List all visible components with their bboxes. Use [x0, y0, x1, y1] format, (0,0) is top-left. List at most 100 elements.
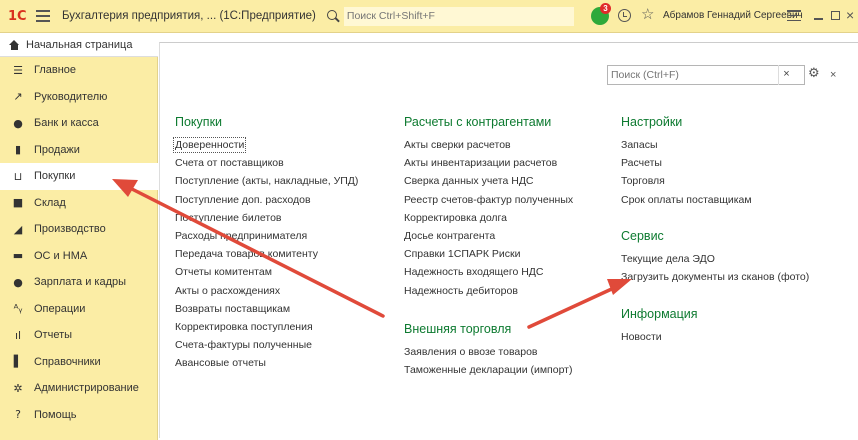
- section-link[interactable]: Заявления о ввозе товаров: [404, 346, 573, 358]
- section-link[interactable]: Поступление билетов: [175, 212, 358, 224]
- section-link[interactable]: Запасы: [621, 139, 752, 151]
- app-logo[interactable]: 1С: [8, 9, 30, 24]
- section-link[interactable]: Таможенные декларации (импорт): [404, 364, 573, 376]
- section-heading: Внешняя торговля: [404, 322, 512, 336]
- column-information: Информация Новости: [621, 307, 698, 349]
- section-link[interactable]: Новости: [621, 331, 698, 343]
- section-link[interactable]: Счета-фактуры полученные: [175, 339, 358, 351]
- sidebar-item-label: Отчеты: [34, 329, 73, 342]
- section-link[interactable]: Доверенности: [172, 137, 247, 153]
- section-link[interactable]: Поступление доп. расходов: [175, 194, 358, 206]
- sidebar-item[interactable]: ● Банк и касса: [0, 110, 158, 137]
- sidebar-item-label: Справочники: [34, 355, 101, 368]
- sidebar-item[interactable]: ıl Отчеты: [0, 322, 158, 349]
- section-link[interactable]: Загрузить документы из сканов (фото): [621, 271, 809, 283]
- sidebar-item-label: Главное: [34, 64, 77, 77]
- section-link[interactable]: Реестр счетов-фактур полученных: [404, 194, 573, 206]
- section-link[interactable]: Корректировка поступления: [175, 321, 358, 333]
- main-menu-icon[interactable]: [36, 10, 50, 22]
- home-tab-label: Начальная страница: [26, 38, 133, 51]
- section-link[interactable]: Возвраты поставщикам: [175, 303, 358, 315]
- sidebar-item-label: Помощь: [34, 408, 77, 421]
- section-link[interactable]: Расходы предпринимателя: [175, 230, 358, 242]
- sidebar-item-label: Операции: [34, 302, 86, 315]
- section-link[interactable]: Акты о расхождениях: [175, 285, 358, 297]
- sidebar-item-label: Зарплата и кадры: [34, 276, 127, 289]
- sidebar-item[interactable]: ▬ ОС и НМА: [0, 243, 158, 270]
- column-purchases: Покупки Доверенности Счета от поставщиков П…: [172, 115, 358, 375]
- section-link[interactable]: Акты инвентаризации расчетов: [404, 157, 573, 169]
- section-link[interactable]: Расчеты: [621, 157, 752, 169]
- section-link[interactable]: Отчеты комитентам: [175, 266, 358, 278]
- settings-menu-icon[interactable]: [787, 10, 801, 21]
- sidebar-item[interactable]: ◢ Производство: [0, 216, 158, 243]
- section-heading: Расчеты с контрагентами: [404, 115, 552, 129]
- maximize-icon[interactable]: [831, 11, 840, 20]
- section-link[interactable]: Счета от поставщиков: [175, 157, 358, 169]
- section-link[interactable]: Сверка данных учета НДС: [404, 175, 573, 187]
- sidebar-item[interactable]: ᴬᵧ Операции: [0, 296, 158, 323]
- sidebar-item-label: Руководителю: [34, 90, 108, 103]
- section-link[interactable]: Текущие дела ЭДО: [621, 253, 809, 265]
- close-window-icon[interactable]: ×: [846, 7, 854, 23]
- sidebar-item[interactable]: ▮ Продажи: [0, 137, 158, 164]
- bank-icon: ●: [13, 116, 23, 130]
- home-icon: [9, 39, 20, 50]
- sidebar-item-label: Администрирование: [34, 382, 139, 395]
- sidebar-list: ☰ Главное ↗ Руководителю ● Банк и касса ▮ Прода…: [0, 57, 159, 429]
- global-search-input[interactable]: [343, 6, 574, 26]
- minimize-icon[interactable]: [814, 18, 823, 20]
- sections-sidebar: Начальная страница ☰ Главное ↗ Руководителю…: [0, 33, 159, 440]
- bag-icon: ▮: [14, 143, 22, 157]
- section-heading: Покупки: [175, 115, 223, 129]
- column-foreign-trade: Внешняя торговля Заявления о ввозе товаро…: [404, 322, 573, 382]
- help-icon: ?: [15, 408, 21, 422]
- section-link[interactable]: Поступление (акты, накладные, УПД): [175, 175, 358, 187]
- section-search-input[interactable]: [607, 65, 805, 85]
- sidebar-item[interactable]: ? Помощь: [0, 402, 158, 429]
- column-settings: Настройки Запасы Расчеты Торговля Срок оплат…: [621, 115, 752, 212]
- history-icon[interactable]: [618, 9, 631, 22]
- section-link[interactable]: Срок оплаты поставщикам: [621, 194, 752, 206]
- sidebar-item[interactable]: ■ Склад: [0, 190, 158, 217]
- sidebar-item-label: Продажи: [34, 143, 80, 156]
- factory-icon: ◢: [13, 222, 23, 236]
- truck-icon: ▬: [12, 249, 24, 263]
- sidebar-item[interactable]: ● Зарплата и кадры: [0, 269, 158, 296]
- section-link[interactable]: Торговля: [621, 175, 752, 187]
- sidebar-item[interactable]: ☰ Главное: [0, 57, 158, 84]
- user-name[interactable]: Абрамов Геннадий Сергеевич: [663, 10, 803, 21]
- close-panel-button[interactable]: ×: [830, 69, 836, 81]
- search-icon[interactable]: [326, 9, 340, 23]
- section-link[interactable]: Досье контрагента: [404, 230, 573, 242]
- person-icon: ●: [13, 275, 23, 289]
- sidebar-item-label: Банк и касса: [34, 117, 99, 130]
- book-icon: ▌: [13, 355, 23, 369]
- gear-icon: ✲: [13, 381, 23, 395]
- section-heading: Настройки: [621, 115, 683, 129]
- section-link[interactable]: Надежность дебиторов: [404, 285, 573, 297]
- sidebar-item-label: Склад: [34, 196, 66, 209]
- favorites-star-icon[interactable]: ☆: [641, 7, 654, 23]
- gear-icon[interactable]: ⚙: [808, 67, 822, 81]
- sidebar-item[interactable]: ↗ Руководителю: [0, 84, 158, 111]
- list-icon: ☰: [13, 63, 23, 77]
- chart-icon: ↗: [13, 90, 23, 104]
- section-link[interactable]: Надежность входящего НДС: [404, 266, 573, 278]
- sidebar-item[interactable]: ⊔ Покупки: [0, 163, 159, 190]
- sidebar-item[interactable]: ▌ Справочники: [0, 349, 158, 376]
- sidebar-item[interactable]: ✲ Администрирование: [0, 375, 158, 402]
- operations-icon: ᴬᵧ: [13, 302, 23, 316]
- section-heading: Информация: [621, 307, 698, 321]
- section-link[interactable]: Корректировка долга: [404, 212, 573, 224]
- section-link[interactable]: Передача товаров комитенту: [175, 248, 358, 260]
- warehouse-icon: ■: [12, 196, 24, 210]
- section-panel-body: × ⚙ × Покупки Доверенности Счета от постав…: [159, 42, 858, 438]
- section-link[interactable]: Авансовые отчеты: [175, 357, 358, 369]
- section-link[interactable]: Акты сверки расчетов: [404, 139, 573, 151]
- section-link[interactable]: Справки 1СПАРК Риски: [404, 248, 573, 260]
- sidebar-item-label: Производство: [34, 223, 106, 236]
- home-page-tab[interactable]: Начальная страница: [0, 33, 158, 57]
- clear-search-button[interactable]: ×: [778, 65, 794, 85]
- section-heading: Сервис: [621, 229, 664, 243]
